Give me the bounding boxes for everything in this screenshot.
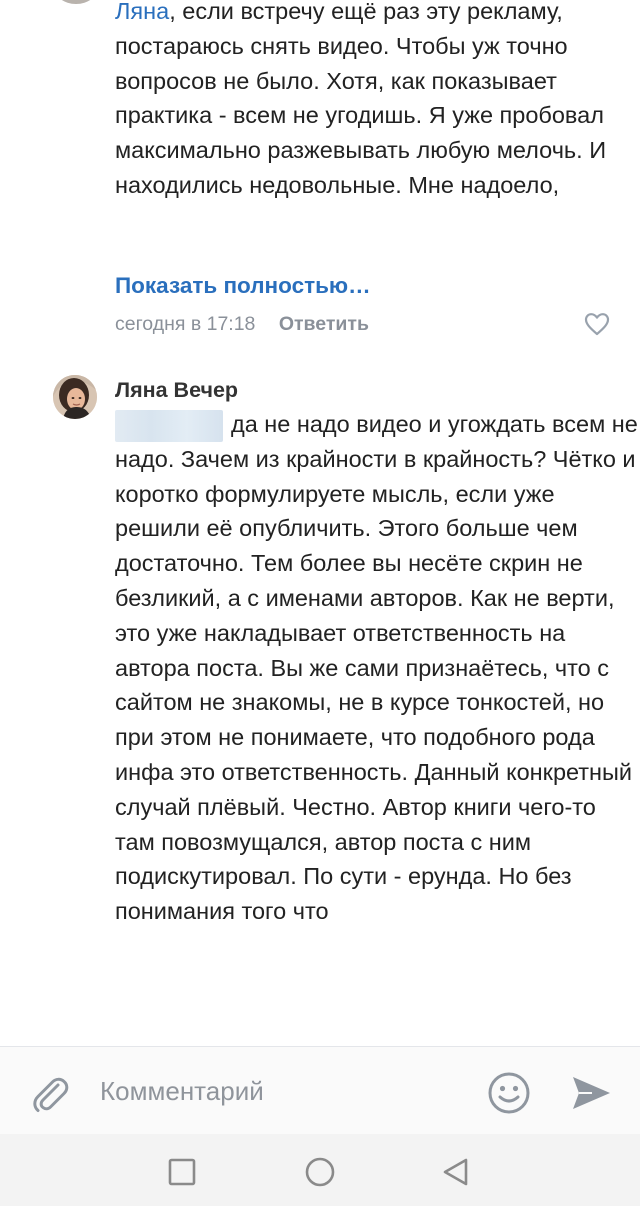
comment-author[interactable]: Ляна Вечер [115, 378, 238, 403]
comment-meta: сегодня в 17:18 Ответить [115, 313, 369, 336]
paperclip-icon[interactable] [28, 1072, 72, 1116]
heart-icon[interactable] [584, 312, 610, 336]
comment-body: , если встречу ещё раз эту рекламу, пост… [115, 0, 607, 198]
mention-link[interactable]: Ляна [115, 0, 169, 24]
reply-button[interactable]: Ответить [279, 313, 369, 335]
avatar[interactable] [53, 375, 97, 419]
show-more-link[interactable]: Показать полностью… [115, 273, 371, 299]
triangle-back-icon[interactable] [438, 1154, 474, 1190]
comment-time: сегодня в 17:18 [115, 313, 256, 335]
comment-text: да не надо видео и угождать всем не надо… [115, 407, 640, 929]
comment-text: Ляна, если встречу ещё раз эту рекламу, … [115, 0, 625, 203]
comments-feed[interactable]: Ляна, если встречу ещё раз эту рекламу, … [0, 0, 640, 1046]
square-icon[interactable] [164, 1154, 200, 1190]
system-nav-bar [0, 1134, 640, 1206]
smiley-icon[interactable] [487, 1071, 531, 1115]
comment-input[interactable] [100, 1071, 470, 1111]
comment-composer [0, 1046, 640, 1135]
circle-icon[interactable] [302, 1154, 338, 1190]
send-icon[interactable] [570, 1074, 612, 1112]
commenter-avatar[interactable] [54, 0, 98, 4]
comment-body: да не надо видео и угождать всем не надо… [115, 411, 638, 925]
